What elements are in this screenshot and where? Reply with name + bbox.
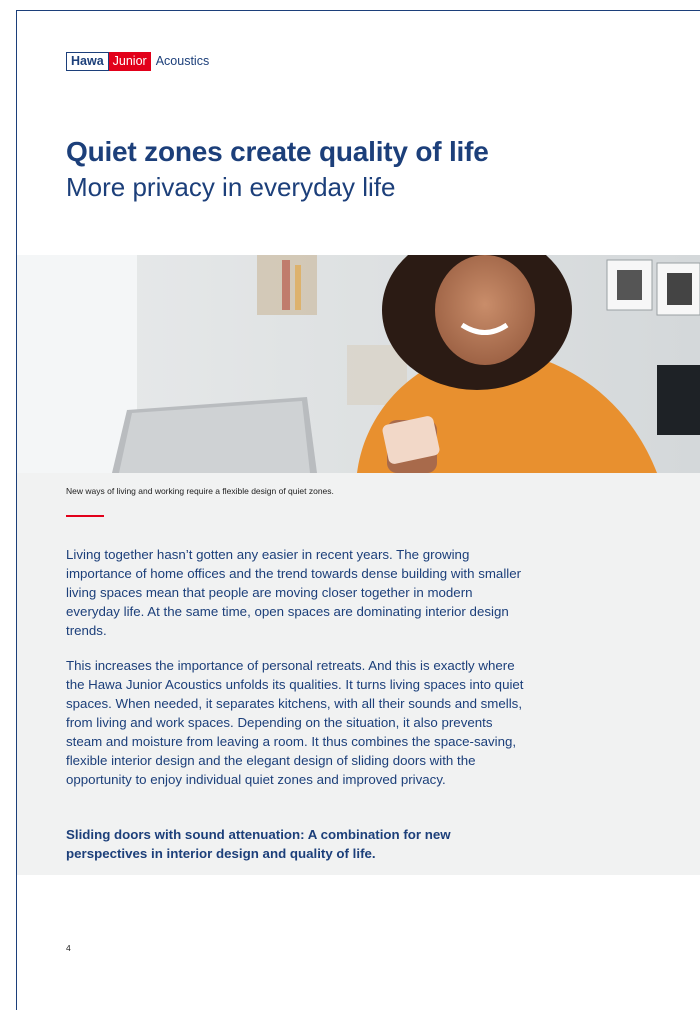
body-paragraph-2: This increases the importance of persona…: [66, 658, 524, 787]
body-paragraph-1: Living together hasn’t gotten any easier…: [66, 547, 522, 638]
body-paragraph-highlight: Sliding doors with sound attenuation: A …: [66, 827, 451, 861]
logo-hawa: Hawa: [66, 52, 109, 71]
logo-acoustics: Acoustics: [155, 54, 210, 68]
red-divider: [66, 515, 104, 517]
brand-logo: Hawa Junior Acoustics: [66, 52, 209, 71]
logo-junior: Junior: [108, 52, 151, 71]
page-subtitle: More privacy in everyday life: [66, 172, 396, 202]
photo-caption: New ways of living and working require a…: [66, 486, 334, 496]
lifestyle-photo: [17, 255, 700, 473]
page-number: 4: [66, 943, 71, 953]
page-title: Quiet zones create quality of life: [66, 136, 489, 167]
